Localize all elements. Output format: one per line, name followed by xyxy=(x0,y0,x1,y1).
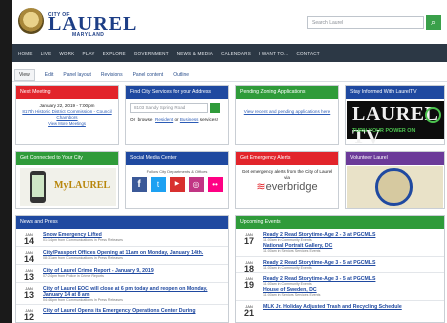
event-meta: 11:00am in Seniors Services Events xyxy=(263,293,321,297)
widget-title: Pending Zoning Applications xyxy=(236,86,338,99)
news-date: JAN 12 xyxy=(23,308,34,322)
news-item: JAN 13 City of Laurel Crime Report - Janu… xyxy=(16,265,228,283)
nav-item-live[interactable]: LIVE xyxy=(41,51,52,56)
youtube-icon[interactable]: ▶ xyxy=(169,177,185,192)
event-date: JAN 18 xyxy=(243,260,254,274)
social-caption: Follow City Departments & Offices xyxy=(146,169,208,174)
facebook-icon[interactable]: f xyxy=(131,177,147,192)
tab-view[interactable]: View xyxy=(14,68,35,81)
widget-emergency-alerts: Get Emergency Alerts Get emergency alert… xyxy=(235,151,339,209)
event-date: JAN 21 xyxy=(243,304,254,318)
widget-next-meeting: Next Meeting January 22, 2019 - 7:00pm 8… xyxy=(15,85,119,145)
laurel-tv-tagline: TURN YOUR POWER ON xyxy=(352,128,416,134)
news-date: JAN 13 xyxy=(23,268,34,282)
my-laurel-logo: MyLAUREL xyxy=(54,180,111,191)
zoning-applications-link[interactable]: View recent and pending applications her… xyxy=(240,109,334,115)
widget-social-media: Social Media Center Follow City Departme… xyxy=(125,151,229,209)
widget-pending-zoning: Pending Zoning Applications View recent … xyxy=(235,85,339,145)
nav-item-i-want-to[interactable]: I WANT TO... xyxy=(259,51,289,56)
news-title-link[interactable]: City of Laurel EOC will close at 6 pm to… xyxy=(43,286,223,298)
view-more-meetings-link[interactable]: View More Meetings xyxy=(20,121,114,127)
nav-item-calendars[interactable]: CALENDARS xyxy=(221,51,251,56)
nav-item-explore[interactable]: EXPLORE xyxy=(103,51,126,56)
event-day: JAN 17 Ready 2 Read Storytime-Age 2 - 3 a… xyxy=(236,229,444,257)
page: CITY OF LAUREL MARYLAND Search Laurel ⌕ … xyxy=(12,0,447,323)
news-meta: 04:46pm from Communications in Press Rel… xyxy=(43,298,123,302)
event-day: JAN 21 MLK Jr. Holiday Adjusted Trash and… xyxy=(236,301,444,319)
nav-item-government[interactable]: GOVERNMENT xyxy=(134,51,169,56)
widget-city-services: Find City Services for your Address 8103… xyxy=(125,85,229,145)
news-title-link[interactable]: City of Laurel Opens its Emergency Opera… xyxy=(43,308,196,314)
widget-title: Next Meeting xyxy=(16,86,118,99)
widget-title: Upcoming Events xyxy=(236,216,444,229)
instagram-icon[interactable]: ◎ xyxy=(188,177,204,192)
widget-title: Volunteer Laurel xyxy=(346,152,444,165)
news-date: JAN 14 xyxy=(23,232,34,246)
nav-item-home[interactable]: HOME xyxy=(18,51,33,56)
logo-state: MARYLAND xyxy=(72,32,105,38)
site-header: CITY OF LAUREL MARYLAND Search Laurel ⌕ xyxy=(12,0,447,44)
widget-title: Stay Informed With LaurelTV xyxy=(346,86,444,99)
news-item: JAN 14 City/Passport Offices Opening at 1… xyxy=(16,247,228,265)
news-item: JAN 13 City of Laurel EOC will close at 6… xyxy=(16,283,228,305)
news-meta: 01:14pm from Communications in Press Rel… xyxy=(43,238,123,242)
admin-tabs: View Edit Panel layout Revisions Panel c… xyxy=(12,68,447,82)
news-item: JAN 12 City of Laurel Opens its Emergency… xyxy=(16,305,228,322)
event-day: JAN 19 Ready 2 Read Storytime-Age 3 - 5 a… xyxy=(236,273,444,301)
news-item: JAN 14 Snow Emergency Lifted 01:14pm from … xyxy=(16,229,228,247)
widget-title: Get Emergency Alerts xyxy=(236,152,338,165)
power-icon xyxy=(425,107,441,123)
news-date: JAN 13 xyxy=(23,286,34,300)
event-title-link[interactable]: MLK Jr. Holiday Adjusted Trash and Recyc… xyxy=(263,304,402,310)
widget-volunteer: Volunteer Laurel xyxy=(345,151,445,209)
address-search-button[interactable] xyxy=(210,103,220,113)
nav-item-work[interactable]: WORK xyxy=(59,51,74,56)
services-label: services! xyxy=(199,117,218,122)
widget-news-press: News and Press JAN 14 Snow Emergency Lift… xyxy=(15,215,229,323)
nav-item-news-media[interactable]: NEWS & MEDIA xyxy=(177,51,213,56)
laurel-tv-logo[interactable]: LAUREL TV TURN YOUR POWER ON xyxy=(347,101,444,144)
search-icon: ⌕ xyxy=(430,17,437,27)
widget-title: Get Connected to Your City xyxy=(16,152,118,165)
widget-title: News and Press xyxy=(16,216,228,229)
nav-item-contact[interactable]: CONTACT xyxy=(297,51,320,56)
meeting-place-link[interactable]: 817th Historic District Commission - Cou… xyxy=(20,109,114,121)
event-meta: 11:00am in Seniors Services Events xyxy=(263,249,321,253)
nav-item-play[interactable]: PLAY xyxy=(82,51,94,56)
volunteer-logo-icon xyxy=(375,168,413,206)
everbridge-logo[interactable]: ≋everbridge xyxy=(240,182,334,193)
news-date: JAN 14 xyxy=(23,250,34,264)
news-meta: 07:24pm from Police in Crime Reports xyxy=(43,274,104,278)
twitter-icon[interactable]: t xyxy=(150,177,166,192)
flickr-icon[interactable]: •• xyxy=(207,177,223,192)
volunteer-banner[interactable] xyxy=(347,166,443,208)
event-date: JAN 17 xyxy=(243,232,254,246)
services-or-label: Or xyxy=(130,117,136,122)
phone-icon xyxy=(30,171,46,203)
widget-laurel-tv: Stay Informed With LaurelTV LAUREL TV TU… xyxy=(345,85,445,145)
event-day: JAN 18 Ready 2 Read Storytime-Age 3 - 5 a… xyxy=(236,257,444,274)
search-input[interactable]: Search Laurel xyxy=(307,16,424,29)
news-meta: 08:31am from Communications in Press Rel… xyxy=(43,256,123,260)
tab-panel-content[interactable]: Panel content xyxy=(133,70,164,80)
widget-upcoming-events: Upcoming Events JAN 17 Ready 2 Read Story… xyxy=(235,215,445,323)
emergency-text: Get emergency alerts from the City of La… xyxy=(241,169,333,180)
event-meta: 11:00am in Community Events xyxy=(263,266,312,270)
widget-get-connected: Get Connected to Your City MyLAUREL xyxy=(15,151,119,209)
tab-panel-layout[interactable]: Panel layout xyxy=(63,70,91,80)
address-input[interactable]: 8103 Sandy Spring Road xyxy=(130,103,208,113)
my-laurel-banner[interactable]: MyLAUREL xyxy=(20,168,116,206)
widget-title: Find City Services for your Address xyxy=(126,86,228,99)
resident-link[interactable]: Resident xyxy=(155,117,173,122)
tab-outline[interactable]: Outline xyxy=(173,70,189,80)
city-seal-icon[interactable] xyxy=(18,8,44,34)
services-or2-label: or xyxy=(174,117,179,122)
business-link[interactable]: Business xyxy=(180,117,199,122)
search-button[interactable]: ⌕ xyxy=(426,15,441,30)
tab-edit[interactable]: Edit xyxy=(45,70,54,80)
tab-revisions[interactable]: Revisions xyxy=(101,70,123,80)
event-date: JAN 19 xyxy=(243,276,254,290)
main-nav: HOME LIVE WORK PLAY EXPLORE GOVERNMENT N… xyxy=(12,44,447,62)
widget-title: Social Media Center xyxy=(126,152,228,165)
